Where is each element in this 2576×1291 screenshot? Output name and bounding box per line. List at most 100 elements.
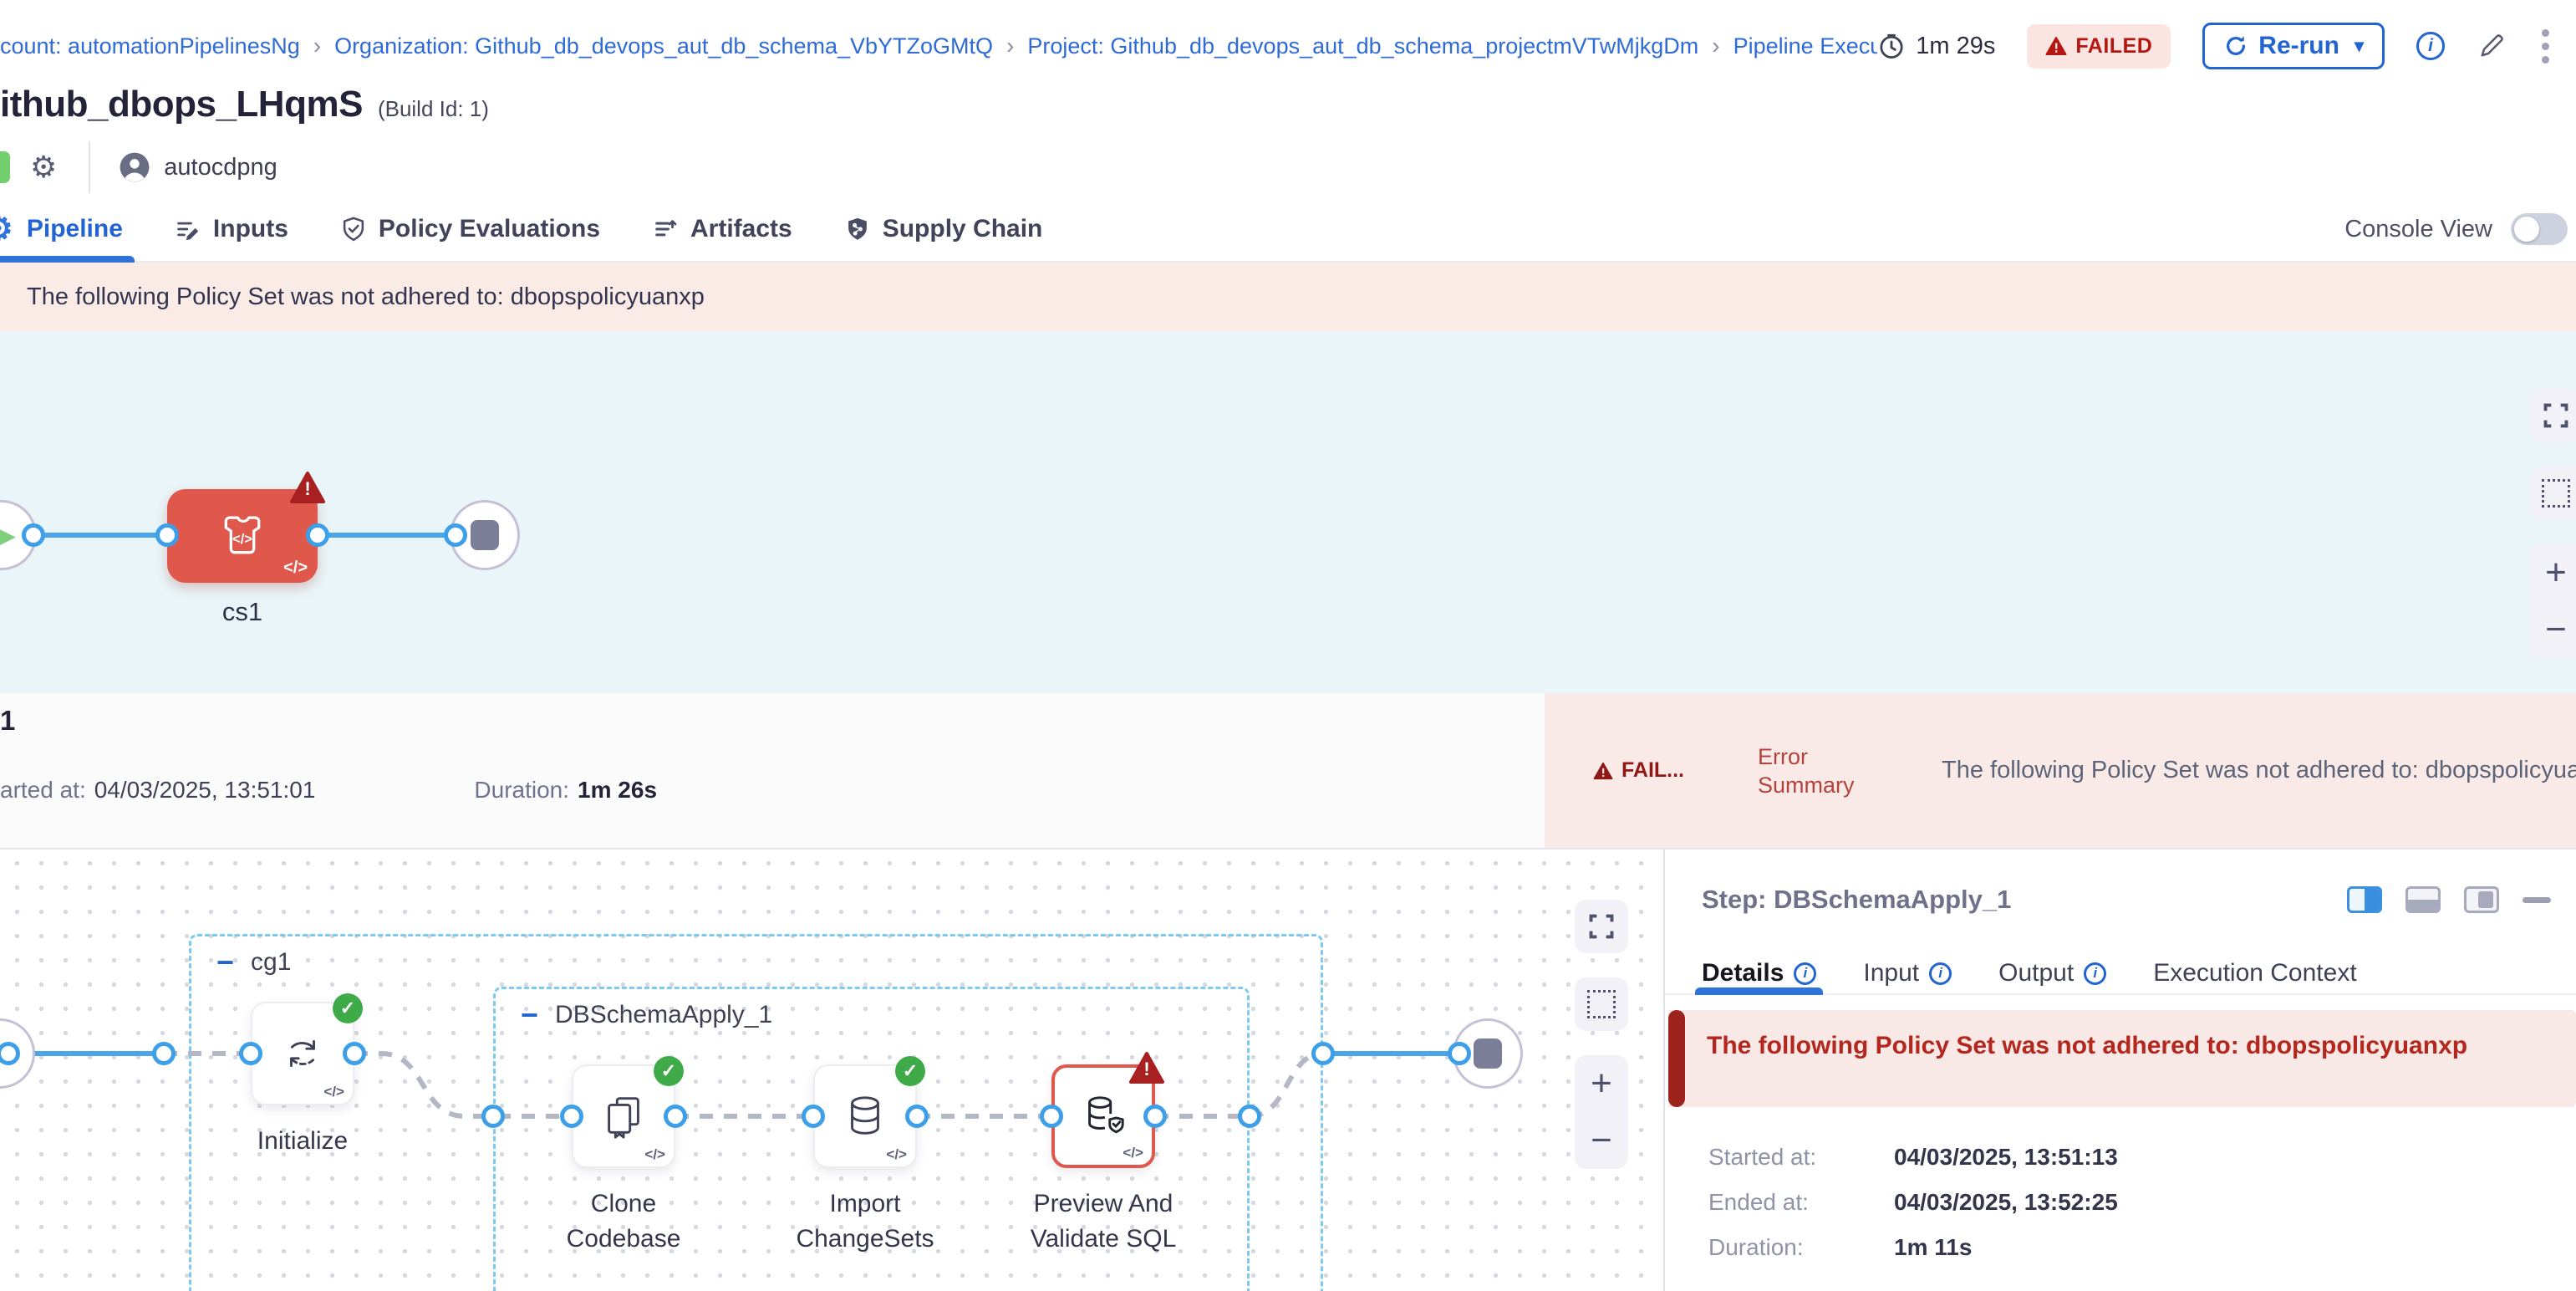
title-row: ithub_dbops_LHqmS (Build Id: 1) bbox=[0, 84, 2576, 137]
tab-policy-evaluations[interactable]: Policy Evaluations bbox=[340, 197, 600, 261]
elapsed-time: 1m 29s bbox=[1877, 32, 1995, 60]
selection-icon bbox=[2542, 479, 2570, 508]
link-port bbox=[1238, 1105, 1261, 1128]
selection-tool-button[interactable] bbox=[1575, 977, 1628, 1031]
code-mark: </> bbox=[283, 559, 308, 578]
error-summary-message: The following Policy Set was not adhered… bbox=[1942, 757, 2576, 784]
zoom-controls: + − bbox=[1575, 1055, 1628, 1169]
stage-times: arted at: 04/03/2025, 13:51:01 Duration:… bbox=[0, 777, 657, 804]
link-port bbox=[802, 1105, 825, 1128]
avatar-icon bbox=[119, 151, 150, 183]
database-icon bbox=[841, 1092, 889, 1140]
selection-tool-button[interactable] bbox=[2529, 467, 2576, 520]
breadcrumb-organization[interactable]: Organization: Github_db_devops_aut_db_sc… bbox=[334, 33, 993, 59]
stage-error-strip: FAIL... Error Summary The following Poli… bbox=[1545, 693, 2576, 848]
info-icon[interactable]: i bbox=[2416, 32, 2445, 60]
detail-row-started: Started at: 04/03/2025, 13:51:13 bbox=[1708, 1144, 2576, 1171]
clone-icon bbox=[599, 1092, 648, 1140]
pipeline-icon: ⚙ bbox=[0, 210, 13, 248]
breadcrumb-pipeline-executions[interactable]: Pipeline Executions bbox=[1733, 33, 1878, 59]
link-port bbox=[1311, 1042, 1335, 1065]
tab-supply-chain[interactable]: Supply Chain bbox=[844, 197, 1043, 261]
link-port bbox=[1040, 1105, 1063, 1128]
fullscreen-button[interactable] bbox=[2529, 389, 2576, 442]
step-node-import-changesets[interactable]: ✓ </> bbox=[813, 1064, 917, 1168]
panel-tab-output[interactable]: Output i bbox=[1998, 953, 2106, 993]
tab-pipeline[interactable]: ⚙ Pipeline bbox=[0, 197, 123, 261]
zoom-in-button[interactable]: + bbox=[1575, 1055, 1628, 1112]
breadcrumb-project[interactable]: Project: Github_db_devops_aut_db_schema_… bbox=[1027, 33, 1698, 59]
layout-split-bottom-icon[interactable] bbox=[2405, 886, 2441, 913]
status-badge: FAILED bbox=[2027, 24, 2171, 69]
rerun-button-label: Re-run bbox=[2258, 32, 2339, 60]
supply-chain-shield-icon bbox=[844, 216, 871, 242]
panel-tab-input[interactable]: Input i bbox=[1863, 953, 1952, 993]
link-port bbox=[444, 523, 467, 547]
build-id: (Build Id: 1) bbox=[378, 96, 489, 122]
step-node-clone-codebase[interactable]: ✓ </> bbox=[572, 1064, 675, 1168]
stage-failed-badge: ! bbox=[289, 471, 326, 504]
clock-icon bbox=[1877, 32, 1906, 60]
minimize-panel-button[interactable] bbox=[2523, 897, 2551, 903]
info-icon[interactable]: i bbox=[2084, 962, 2106, 985]
breadcrumb-account[interactable]: count: automationPipelinesNg bbox=[0, 33, 300, 59]
artifacts-icon bbox=[652, 216, 679, 242]
rerun-button[interactable]: Re-run ▾ bbox=[2202, 23, 2385, 69]
more-options-kebab-icon[interactable] bbox=[2538, 26, 2553, 67]
tab-artifacts-label: Artifacts bbox=[690, 215, 792, 243]
caret-down-icon: ▾ bbox=[2355, 35, 2364, 57]
username: autocdpng bbox=[164, 154, 277, 181]
link-port bbox=[306, 523, 329, 547]
zoom-out-button[interactable]: − bbox=[2529, 601, 2576, 658]
link-port bbox=[664, 1105, 687, 1128]
exclamation-glyph: ! bbox=[289, 478, 326, 500]
edit-pencil-icon[interactable] bbox=[2477, 31, 2507, 61]
panel-error-box: The following Policy Set was not adhered… bbox=[1668, 1010, 2576, 1107]
error-summary-label: Error Summary bbox=[1758, 742, 1883, 799]
chevron-right-icon: › bbox=[1006, 33, 1014, 59]
stage-graph-canvas[interactable]: ▶ </> </> ! cs1 + − bbox=[0, 331, 2576, 693]
breadcrumb: count: automationPipelinesNg › Organizat… bbox=[0, 33, 1877, 59]
tab-artifacts[interactable]: Artifacts bbox=[652, 197, 792, 261]
inputs-icon bbox=[175, 216, 201, 242]
chevron-right-icon: › bbox=[1712, 33, 1719, 59]
link-port bbox=[155, 523, 179, 547]
top-actions: 1m 29s FAILED Re-run ▾ i bbox=[1877, 23, 2553, 69]
panel-tab-execution-context-label: Execution Context bbox=[2153, 959, 2356, 987]
detail-row-duration: Duration: 1m 11s bbox=[1708, 1234, 2576, 1261]
detail-label: Ended at: bbox=[1708, 1189, 1894, 1216]
step-graph-canvas[interactable]: − cg1 − DBSchemaApply_1 ▶ bbox=[0, 850, 1663, 1291]
started-at-label: arted at: bbox=[0, 777, 86, 804]
zoom-in-button[interactable]: + bbox=[2529, 544, 2576, 601]
pipeline-execution-screen: count: automationPipelinesNg › Organizat… bbox=[0, 0, 2576, 1291]
tab-supply-chain-label: Supply Chain bbox=[883, 215, 1043, 243]
stage-summary-bar: 1 arted at: 04/03/2025, 13:51:01 Duratio… bbox=[0, 693, 2576, 850]
play-icon: ▶ bbox=[0, 518, 16, 553]
active-tab-underline bbox=[0, 256, 135, 263]
link-port bbox=[239, 1042, 262, 1065]
info-icon[interactable]: i bbox=[1929, 962, 1952, 985]
fullscreen-button[interactable] bbox=[1575, 900, 1628, 953]
triggered-by-user: autocdpng bbox=[119, 151, 277, 183]
info-icon[interactable]: i bbox=[1794, 962, 1816, 985]
layout-split-right-icon[interactable] bbox=[2347, 886, 2382, 913]
tag-fragment bbox=[0, 151, 10, 183]
step-node-preview-validate-sql[interactable]: ! </> bbox=[1051, 1064, 1155, 1168]
panel-tab-details[interactable]: Details i bbox=[1702, 953, 1816, 993]
code-mark: </> bbox=[644, 1146, 665, 1163]
stage-node-cs1[interactable]: </> </> ! bbox=[167, 489, 318, 583]
code-mark: </> bbox=[1123, 1145, 1143, 1161]
step-label-preview-validate-sql: Preview AndValidate SQL bbox=[1031, 1186, 1177, 1257]
console-view-toggle[interactable] bbox=[2511, 213, 2568, 245]
zoom-out-button[interactable]: − bbox=[1575, 1112, 1628, 1169]
step-label-clone-codebase: CloneCodebase bbox=[567, 1186, 681, 1257]
step-node-initialize[interactable]: ✓ </> bbox=[251, 1002, 354, 1105]
tab-inputs[interactable]: Inputs bbox=[175, 197, 288, 261]
gear-icon[interactable]: ⚙ bbox=[30, 152, 57, 182]
custom-stage-icon: </> bbox=[213, 507, 272, 565]
layout-floating-icon[interactable] bbox=[2464, 886, 2499, 913]
status-badge-label: FAILED bbox=[2075, 34, 2152, 59]
execution-detail-region: − cg1 − DBSchemaApply_1 ▶ bbox=[0, 850, 2576, 1291]
warning-triangle-icon bbox=[1593, 762, 1613, 780]
panel-tab-execution-context[interactable]: Execution Context bbox=[2153, 953, 2356, 993]
